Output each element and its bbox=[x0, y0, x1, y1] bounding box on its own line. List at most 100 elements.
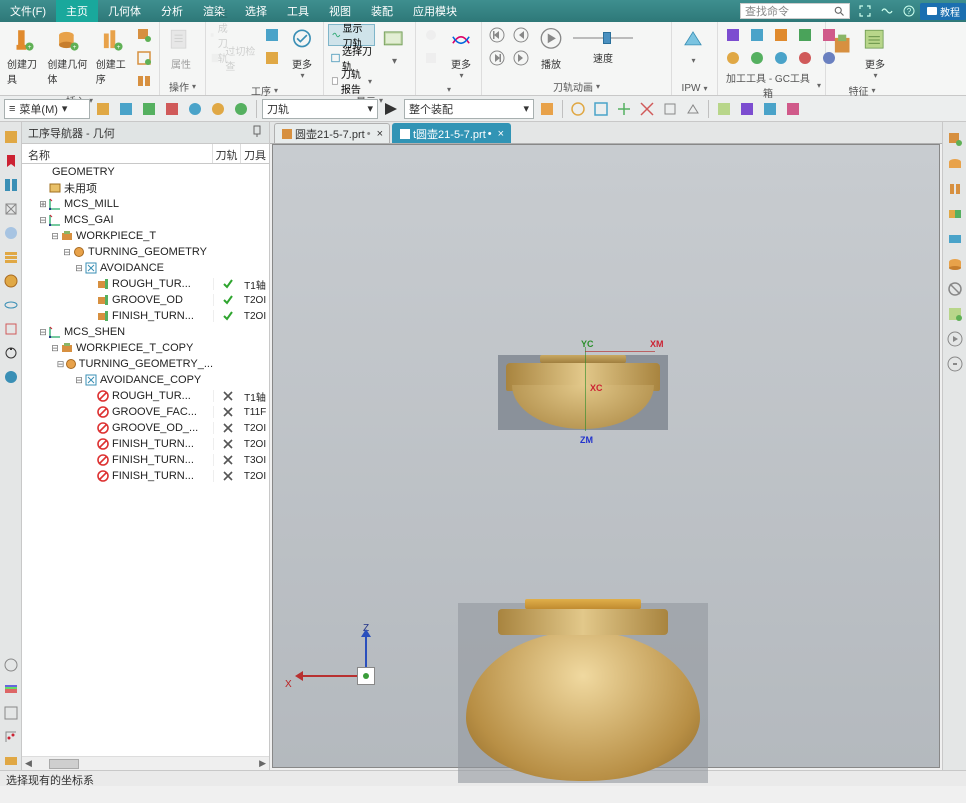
op-more-button[interactable]: 更多▾ bbox=[285, 24, 319, 82]
step-back-button[interactable] bbox=[510, 24, 532, 46]
tree-twisty[interactable]: ⊟ bbox=[62, 247, 72, 258]
nav-col-path[interactable]: 刀轨 bbox=[213, 144, 241, 163]
misc-more-button[interactable]: 更多▾ bbox=[444, 24, 478, 82]
tb-icon-3[interactable] bbox=[139, 99, 159, 119]
wave-icon[interactable] bbox=[876, 3, 898, 19]
graphics-canvas[interactable]: YC XM XC ZM Z X bbox=[272, 144, 940, 768]
gc-6[interactable] bbox=[722, 47, 744, 69]
gc-8[interactable] bbox=[770, 47, 792, 69]
tb-icon-c1[interactable] bbox=[568, 99, 588, 119]
triad-origin[interactable] bbox=[357, 667, 375, 685]
tb-icon-d2[interactable] bbox=[737, 99, 757, 119]
display-style-button[interactable]: ▾ bbox=[377, 24, 411, 69]
left-strip-4[interactable] bbox=[2, 200, 20, 218]
tb-icon-c6[interactable] bbox=[683, 99, 703, 119]
pin-icon[interactable] bbox=[251, 125, 263, 140]
nav-hscroll[interactable]: ◀ ▶ bbox=[22, 756, 269, 770]
gc-2[interactable] bbox=[746, 24, 768, 46]
tb-arrow[interactable] bbox=[381, 99, 401, 119]
tree-row[interactable]: ⊞MCS_MILL bbox=[22, 196, 269, 212]
feature-more-button[interactable]: 更多▾ bbox=[858, 24, 892, 82]
right-strip-9[interactable] bbox=[946, 330, 964, 348]
tb-icon-d3[interactable] bbox=[760, 99, 780, 119]
chevron-down-icon[interactable]: ▾ bbox=[871, 86, 875, 95]
left-strip-11[interactable] bbox=[2, 368, 20, 386]
help-icon[interactable]: ? bbox=[898, 3, 920, 19]
chevron-down-icon[interactable]: ▾ bbox=[274, 86, 278, 95]
create-operation-button[interactable]: + 创建工序 bbox=[93, 24, 131, 88]
left-strip-1[interactable] bbox=[2, 128, 20, 146]
menu-file[interactable]: 文件(F) bbox=[0, 0, 56, 22]
tree-twisty[interactable]: ⊟ bbox=[74, 263, 84, 274]
play-button[interactable]: 播放 bbox=[534, 24, 568, 73]
close-tab-icon[interactable]: × bbox=[377, 128, 383, 140]
left-strip-b1[interactable] bbox=[2, 656, 20, 674]
chevron-down-icon[interactable]: ▾ bbox=[596, 82, 600, 91]
tb-icon-1[interactable] bbox=[93, 99, 113, 119]
left-strip-b5[interactable] bbox=[2, 752, 20, 770]
left-strip-b2[interactable] bbox=[2, 680, 20, 698]
tree-twisty[interactable]: ⊟ bbox=[38, 327, 48, 338]
left-strip-3[interactable] bbox=[2, 176, 20, 194]
tree-twisty[interactable]: ⊞ bbox=[38, 199, 48, 210]
tutorial-button[interactable]: 教程 bbox=[920, 3, 966, 20]
insert-small-2[interactable] bbox=[133, 47, 155, 69]
right-strip-2[interactable] bbox=[946, 155, 964, 173]
file-tab-2[interactable]: t圆壶21-5-7.prt • × bbox=[392, 123, 511, 143]
right-strip-1[interactable] bbox=[946, 130, 964, 148]
left-strip-7[interactable] bbox=[2, 272, 20, 290]
file-tab-1[interactable]: 圆壶21-5-7.prt • × bbox=[274, 123, 390, 143]
menu-select[interactable]: 选择 bbox=[235, 0, 277, 22]
menu-home[interactable]: 主页 bbox=[56, 0, 98, 22]
tree-row[interactable]: FINISH_TURN...T2OI bbox=[22, 468, 269, 484]
tree-twisty[interactable]: ⊟ bbox=[50, 231, 60, 242]
toolpath-report-button[interactable]: 刀轨报告▾ bbox=[328, 70, 375, 92]
left-strip-b4[interactable] bbox=[2, 728, 20, 746]
right-strip-7[interactable] bbox=[946, 280, 964, 298]
step-fwd-start-button[interactable] bbox=[486, 47, 508, 69]
op-small-b[interactable] bbox=[261, 47, 283, 69]
tree-twisty[interactable]: ⊟ bbox=[50, 343, 60, 354]
gc-9[interactable] bbox=[794, 47, 816, 69]
tree-row[interactable]: ⊟AVOIDANCE_COPY bbox=[22, 372, 269, 388]
tb-icon-b1[interactable] bbox=[537, 99, 557, 119]
left-strip-b3[interactable] bbox=[2, 704, 20, 722]
command-search-input[interactable]: 查找命令 bbox=[740, 3, 850, 19]
tree-row[interactable]: GROOVE_ODT2OI bbox=[22, 292, 269, 308]
menu-tools[interactable]: 工具 bbox=[277, 0, 319, 22]
tree-row[interactable]: ⊟WORKPIECE_T bbox=[22, 228, 269, 244]
step-fwd-button[interactable] bbox=[510, 47, 532, 69]
filter-combo-2[interactable]: 整个装配▾ bbox=[404, 99, 534, 119]
right-strip-10[interactable] bbox=[946, 355, 964, 373]
tree-row[interactable]: ⊟AVOIDANCE bbox=[22, 260, 269, 276]
speed-slider[interactable]: 速度 bbox=[570, 24, 636, 67]
tree-twisty[interactable]: ⊟ bbox=[74, 375, 84, 386]
menu-assembly[interactable]: 装配 bbox=[361, 0, 403, 22]
menu-combo[interactable]: ≡ 菜单(M)▾ bbox=[4, 99, 90, 119]
tree-row[interactable]: ⊟TURNING_GEOMETRY bbox=[22, 244, 269, 260]
tree-twisty[interactable]: ⊟ bbox=[38, 215, 48, 226]
right-strip-5[interactable] bbox=[946, 230, 964, 248]
nav-col-tool[interactable]: 刀具 bbox=[241, 144, 269, 163]
filter-combo-1[interactable]: 刀轨▾ bbox=[262, 99, 378, 119]
chevron-down-icon[interactable]: ▾ bbox=[447, 85, 451, 94]
tb-icon-6[interactable] bbox=[208, 99, 228, 119]
create-tool-button[interactable]: + 创建刀具 bbox=[4, 24, 42, 88]
step-back-start-button[interactable] bbox=[486, 24, 508, 46]
tree-twisty[interactable]: ⊟ bbox=[56, 359, 65, 370]
menu-view[interactable]: 视图 bbox=[319, 0, 361, 22]
tree-row[interactable]: GEOMETRY bbox=[22, 164, 269, 180]
insert-small-3[interactable] bbox=[133, 70, 155, 92]
tb-icon-5[interactable] bbox=[185, 99, 205, 119]
tb-icon-2[interactable] bbox=[116, 99, 136, 119]
tb-icon-c2[interactable] bbox=[591, 99, 611, 119]
left-strip-5[interactable] bbox=[2, 224, 20, 242]
gc-3[interactable] bbox=[770, 24, 792, 46]
tree-row[interactable]: FINISH_TURN...T3OI bbox=[22, 452, 269, 468]
right-strip-4[interactable] bbox=[946, 205, 964, 223]
tb-icon-d1[interactable] bbox=[714, 99, 734, 119]
feature-button[interactable] bbox=[830, 24, 856, 68]
left-strip-8[interactable] bbox=[2, 296, 20, 314]
tree-row[interactable]: ROUGH_TUR...T1轴 bbox=[22, 276, 269, 292]
tree-row[interactable]: ⊟MCS_SHEN bbox=[22, 324, 269, 340]
